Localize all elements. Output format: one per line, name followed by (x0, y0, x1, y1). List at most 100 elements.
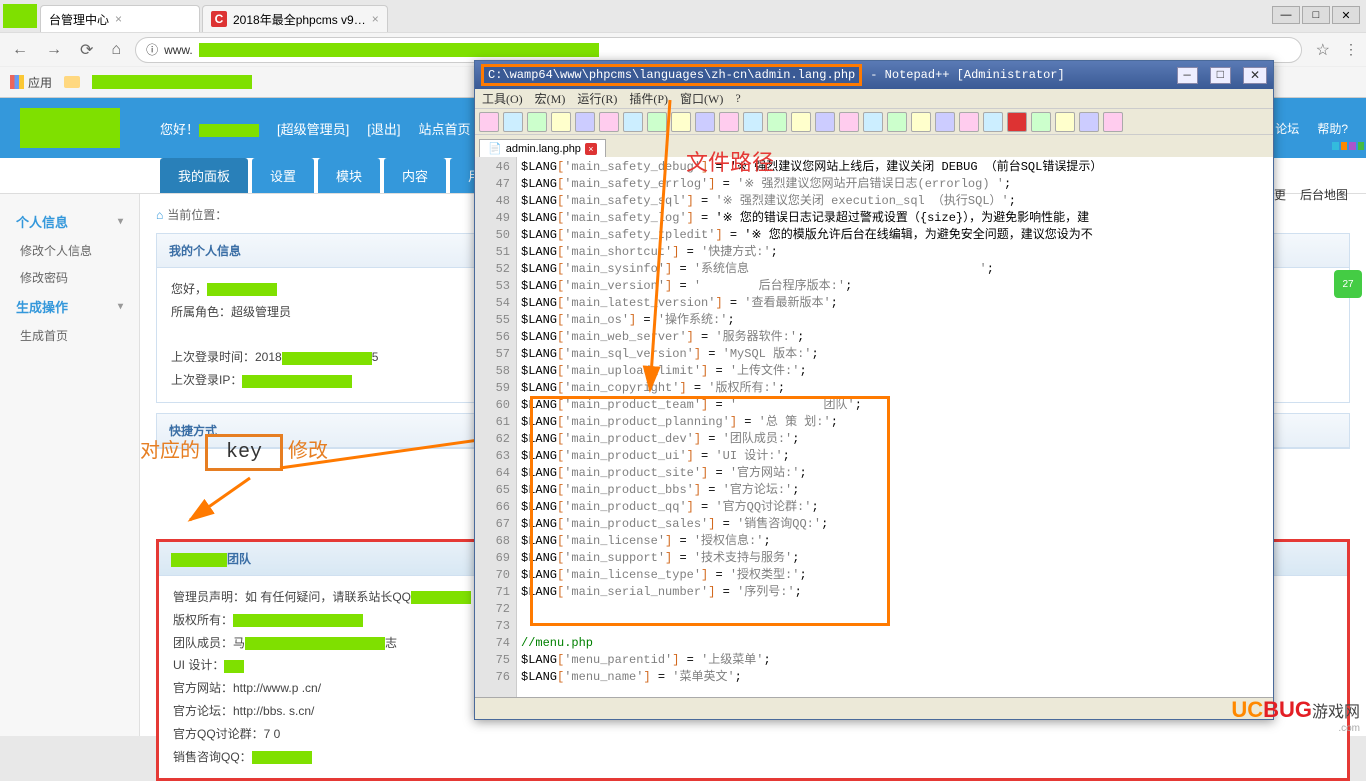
team-row: 官方QQ讨论群：7 0 (173, 723, 1333, 746)
close-icon[interactable]: × (372, 12, 379, 26)
url-redacted (199, 43, 599, 57)
apps-button[interactable]: 应用 (10, 74, 52, 91)
info-icon: ⓘ (146, 41, 158, 58)
toolbar-button[interactable] (575, 112, 595, 132)
last-login-time: 上次登录时间：2018 (171, 350, 282, 364)
tab-content[interactable]: 内容 (384, 158, 446, 193)
logo (20, 108, 120, 148)
redacted (171, 553, 227, 567)
help-link[interactable]: 帮助? (1317, 120, 1348, 137)
apps-icon (10, 75, 24, 89)
header-links: 您好！ [超级管理员] [退出] 站点首页 会 (160, 119, 502, 138)
url-input[interactable]: ⓘ www. (135, 37, 1302, 63)
close-button[interactable]: ✕ (1243, 67, 1267, 84)
menu-item[interactable]: 窗口(W) (677, 90, 726, 107)
menu-icon[interactable]: ⋮ (1344, 41, 1358, 58)
close-icon[interactable]: × (115, 12, 122, 26)
bookmark-redacted (92, 75, 252, 89)
browser-tab-1[interactable]: 台管理中心 × (40, 5, 200, 32)
toolbar-button[interactable] (815, 112, 835, 132)
record-button[interactable] (1007, 112, 1027, 132)
toolbar-button[interactable] (527, 112, 547, 132)
tab-strip: 台管理中心 × C 2018年最全phpcms v9… × (0, 0, 1366, 32)
toolbar-button[interactable] (863, 112, 883, 132)
sidebar-item-generate-home[interactable]: 生成首页 (0, 322, 139, 349)
menu-item[interactable]: 插件(P) (626, 90, 671, 107)
menubar: 工具(O) 宏(M) 运行(R) 插件(P) 窗口(W) ? (475, 89, 1273, 109)
code-area[interactable]: $LANG['main_safety_debug'] = '※ 强烈建议您网站上… (517, 157, 1273, 697)
titlebar[interactable]: C:\wamp64\www\phpcms\languages\zh-cn\adm… (475, 61, 1273, 89)
greeting: 您好！ (160, 119, 259, 138)
site-home-link[interactable]: 站点首页 (418, 119, 470, 138)
toolbar-button[interactable] (887, 112, 907, 132)
back-button[interactable]: ← (8, 39, 32, 61)
close-icon[interactable]: × (585, 143, 597, 155)
tab-panel[interactable]: 我的面板 (160, 158, 248, 193)
tab-settings[interactable]: 设置 (252, 158, 314, 193)
role-label: [超级管理员] (277, 119, 349, 138)
logout-link[interactable]: [退出] (367, 119, 400, 138)
toolbar-button[interactable] (911, 112, 931, 132)
toolbar-button[interactable] (503, 112, 523, 132)
menu-item[interactable]: 工具(O) (479, 90, 526, 107)
floating-badge[interactable]: 27 (1334, 270, 1362, 298)
team-row: 销售咨询QQ： (173, 746, 1333, 769)
toolbar-button[interactable] (959, 112, 979, 132)
folder-icon[interactable] (64, 76, 80, 88)
toolbar-button[interactable] (695, 112, 715, 132)
toolbar-button[interactable] (599, 112, 619, 132)
forum-link[interactable]: 论坛 (1275, 120, 1299, 137)
minimize-button[interactable]: — (1177, 67, 1198, 84)
toolbar-button[interactable] (983, 112, 1003, 132)
star-icon[interactable]: ☆ (1312, 38, 1334, 62)
toolbar-button[interactable] (719, 112, 739, 132)
toolbar-button[interactable] (935, 112, 955, 132)
toolbar-button[interactable] (839, 112, 859, 132)
title-path: C:\wamp64\www\phpcms\languages\zh-cn\adm… (481, 64, 862, 86)
statusbar (475, 697, 1273, 719)
forward-button[interactable]: → (42, 39, 66, 61)
toolbar-button[interactable] (1079, 112, 1099, 132)
toolbar-button[interactable] (623, 112, 643, 132)
sidebar-item-edit-password[interactable]: 修改密码 (0, 264, 139, 291)
toolbar-button[interactable] (647, 112, 667, 132)
home-button[interactable]: ⌂ (107, 39, 125, 61)
header-right: 论坛 帮助? (1275, 120, 1348, 137)
toolbar-button[interactable] (791, 112, 811, 132)
toolbar-button[interactable] (1055, 112, 1075, 132)
menu-item[interactable]: ? (732, 91, 743, 106)
chevron-down-icon: ▾ (118, 301, 123, 312)
menu-item[interactable]: 运行(R) (574, 90, 620, 107)
color-swatches (1330, 140, 1366, 154)
toolbar-button[interactable] (767, 112, 787, 132)
tab-module[interactable]: 模块 (318, 158, 380, 193)
chevron-down-icon: ▾ (118, 216, 123, 227)
toolbar-button[interactable] (1031, 112, 1051, 132)
editor[interactable]: 4647484950515253545556575859606162636465… (475, 157, 1273, 697)
url-prefix: www. (164, 43, 193, 57)
reload-button[interactable]: ⟳ (76, 38, 97, 62)
sidebar: 个人信息▾ 修改个人信息 修改密码 生成操作▾ 生成首页 (0, 194, 140, 736)
tab-label: admin.lang.php (506, 143, 581, 155)
toolbar-button[interactable] (479, 112, 499, 132)
browser-tab-2[interactable]: C 2018年最全phpcms v9… × (202, 5, 388, 32)
toolbar-button[interactable] (743, 112, 763, 132)
toolbar-button[interactable] (1103, 112, 1123, 132)
window-controls: — □ ✕ (1177, 67, 1267, 84)
toolbar-button[interactable] (551, 112, 571, 132)
file-icon: 📄 (488, 142, 502, 155)
tab-title: 台管理中心 (49, 11, 109, 28)
tab-title: 2018年最全phpcms v9… (233, 11, 366, 28)
title-app: - Notepad++ [Administrator] (870, 68, 1064, 82)
sidebar-item-edit-profile[interactable]: 修改个人信息 (0, 237, 139, 264)
sidebar-section-generate[interactable]: 生成操作▾ (0, 291, 139, 322)
editor-tab[interactable]: 📄 admin.lang.php × (479, 139, 606, 157)
notepad-window: C:\wamp64\www\phpcms\languages\zh-cn\adm… (474, 60, 1274, 720)
menu-item[interactable]: 宏(M) (532, 90, 569, 107)
toolbar (475, 109, 1273, 135)
line-gutter: 4647484950515253545556575859606162636465… (475, 157, 517, 697)
toolbar-button[interactable] (671, 112, 691, 132)
watermark: UCBUG游戏网 .com (1231, 697, 1360, 734)
maximize-button[interactable]: □ (1210, 67, 1231, 84)
sidebar-section-personal[interactable]: 个人信息▾ (0, 206, 139, 237)
